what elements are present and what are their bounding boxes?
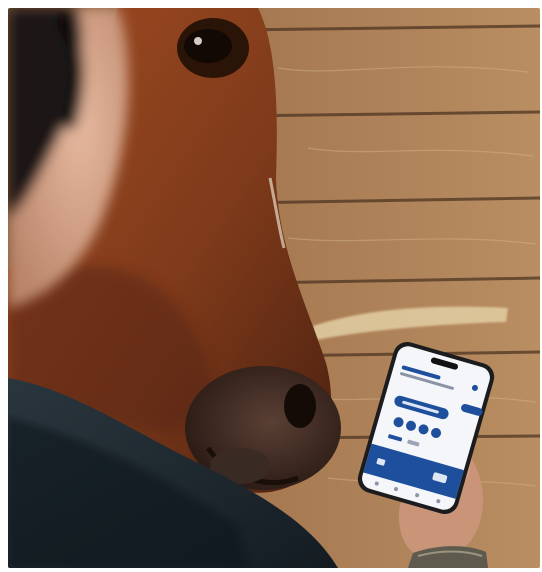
horse-nostril [284, 384, 316, 428]
photo-frame [8, 8, 540, 568]
photograph [8, 8, 540, 568]
horse-eye [177, 18, 249, 78]
